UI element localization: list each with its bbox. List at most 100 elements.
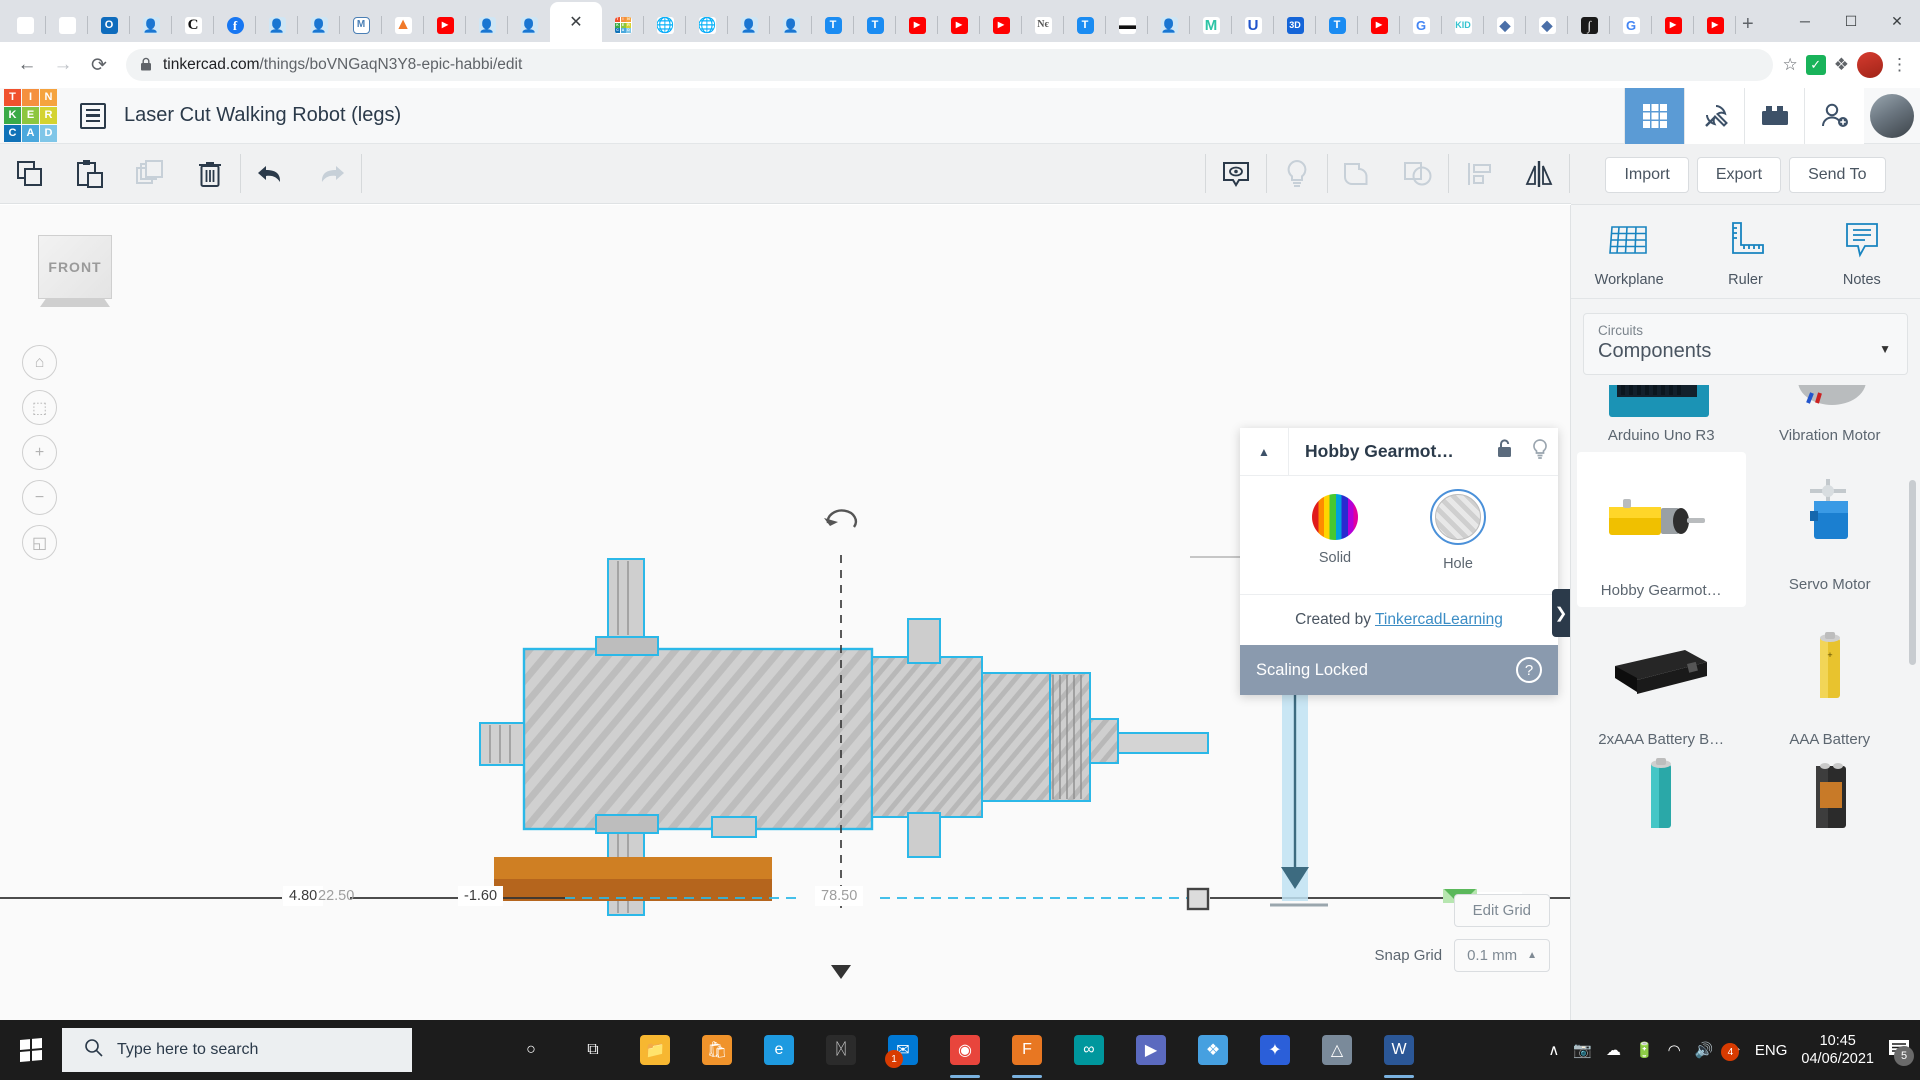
show-hide-button[interactable]	[1206, 144, 1266, 203]
undo-button[interactable]	[241, 144, 301, 203]
window-controls[interactable]: ─ ☐ ✕	[1782, 0, 1920, 42]
browser-tab[interactable]: ▲	[382, 8, 424, 42]
battery-tray-icon[interactable]: 🔋	[1635, 1041, 1654, 1059]
browser-tab[interactable]: f	[214, 8, 256, 42]
hole-option[interactable]: Hole	[1430, 494, 1486, 572]
flow-button[interactable]: ✦	[1244, 1020, 1306, 1080]
ruler-tool[interactable]: Ruler	[1687, 219, 1803, 288]
snap-grid-select[interactable]: 0.1 mm ▲	[1454, 939, 1550, 972]
show-hidden-icons[interactable]: ∧	[1548, 1041, 1559, 1059]
browser-tab[interactable]: ◆	[1484, 8, 1526, 42]
browser-tab[interactable]: 👤	[298, 8, 340, 42]
predator-button[interactable]: ᛞ	[810, 1020, 872, 1080]
pickaxe-button[interactable]	[1684, 88, 1744, 144]
lightbulb-icon[interactable]	[1522, 438, 1558, 465]
zoom-in-button[interactable]: +	[22, 435, 57, 470]
align-button[interactable]	[1449, 144, 1509, 203]
collapse-panel-button[interactable]: ▲	[1240, 445, 1288, 459]
ortho-perspective-button[interactable]: ◱	[22, 525, 57, 560]
sidebar-scrollbar[interactable]	[1909, 480, 1916, 665]
bookmark-star-icon[interactable]: ☆	[1783, 55, 1798, 75]
invite-button[interactable]	[1804, 88, 1864, 144]
dim-label-2250[interactable]: 22.50	[312, 886, 360, 906]
arduino-button[interactable]: ∞	[1058, 1020, 1120, 1080]
minimize-button[interactable]: ─	[1782, 13, 1828, 29]
browser-tab[interactable]: G	[1610, 8, 1652, 42]
browser-tab[interactable]: O	[88, 8, 130, 42]
browser-tab[interactable]: ▶	[424, 8, 466, 42]
browser-tab[interactable]: 👤	[728, 8, 770, 42]
tinkercad-logo-icon[interactable]: TINKERCAD	[4, 89, 58, 143]
view-cube[interactable]: FRONT	[38, 235, 112, 299]
clock[interactable]: 10:45 04/06/2021	[1801, 1032, 1874, 1068]
browser-tab[interactable]: 👤	[130, 8, 172, 42]
browser-tab[interactable]: T	[1316, 8, 1358, 42]
volume-tray-icon[interactable]: 🔊	[1695, 1041, 1714, 1059]
component-aa-battery[interactable]	[1577, 756, 1746, 838]
workplane-tool[interactable]: Workplane	[1571, 219, 1687, 288]
file-explorer-button[interactable]: 📁	[624, 1020, 686, 1080]
action-center-button[interactable]: 5	[1888, 1038, 1910, 1062]
browser-tab[interactable]: 👤	[508, 8, 550, 42]
edit-grid-button[interactable]: Edit Grid	[1454, 894, 1550, 927]
zoom-out-button[interactable]: −	[22, 480, 57, 515]
component-aaa-battery[interactable]: + AAA Battery	[1746, 607, 1915, 756]
component-vibration-motor[interactable]: Vibration Motor	[1746, 385, 1915, 452]
delete-button[interactable]	[180, 144, 240, 203]
close-icon[interactable]: ✕	[569, 12, 582, 32]
browser-tab[interactable]: ◆	[1526, 8, 1568, 42]
extension-green-icon[interactable]: ✓	[1806, 55, 1826, 75]
browser-tab[interactable]: 🌐	[644, 8, 686, 42]
send-to-button[interactable]: Send To	[1789, 157, 1885, 193]
chrome-menu-icon[interactable]: ⋮	[1891, 55, 1908, 75]
solid-option[interactable]: Solid	[1312, 494, 1358, 572]
browser-tab[interactable]: ▶	[1652, 8, 1694, 42]
browser-tab[interactable]: T	[1064, 8, 1106, 42]
browser-tab[interactable]: M	[340, 8, 382, 42]
back-button[interactable]: ←	[10, 48, 44, 82]
mail-button[interactable]: ✉1	[872, 1020, 934, 1080]
browser-tab[interactable]: ▶	[896, 8, 938, 42]
extensions-puzzle-icon[interactable]: ❖	[1834, 55, 1849, 75]
light-button[interactable]	[1267, 144, 1327, 203]
mirror-button[interactable]	[1509, 144, 1569, 203]
browser-tab[interactable]: KID	[1442, 8, 1484, 42]
word-button[interactable]: W	[1368, 1020, 1430, 1080]
profile-avatar[interactable]	[1857, 52, 1883, 78]
browser-tab[interactable]: Nє	[1022, 8, 1064, 42]
components-category-select[interactable]: Circuits Components ▼	[1583, 313, 1908, 375]
author-link[interactable]: TinkercadLearning	[1375, 611, 1503, 628]
notes-tool[interactable]: Notes	[1804, 219, 1920, 288]
browser-tab[interactable]: ▶	[1694, 8, 1736, 42]
forward-button[interactable]: →	[46, 48, 80, 82]
address-input[interactable]: tinkercad.com/things/boVNGaqN3Y8-epic-ha…	[126, 49, 1773, 81]
dropbox-tray-icon[interactable]: ❖4	[1727, 1041, 1740, 1059]
blocks-button[interactable]	[1744, 88, 1804, 144]
browser-tab[interactable]: 👤	[466, 8, 508, 42]
camera-tray-icon[interactable]: 📷	[1573, 1041, 1592, 1059]
redo-button[interactable]	[301, 144, 361, 203]
browser-tab[interactable]: T	[854, 8, 896, 42]
unlocked-padlock-icon[interactable]	[1486, 439, 1522, 464]
language-indicator[interactable]: ENG	[1755, 1042, 1788, 1059]
browser-tab[interactable]: M	[1190, 8, 1232, 42]
new-tab-button[interactable]: +	[1742, 13, 1754, 36]
component-servo-motor[interactable]: Servo Motor	[1746, 452, 1915, 607]
start-button[interactable]	[0, 1039, 62, 1061]
chrome-button[interactable]: ◉	[934, 1020, 996, 1080]
dim-label-neg160[interactable]: -1.60	[458, 886, 503, 906]
user-avatar[interactable]	[1864, 88, 1920, 144]
fusion-button[interactable]: F	[996, 1020, 1058, 1080]
components-grid[interactable]: Arduino Uno R3 Vibration Motor H	[1571, 385, 1920, 1020]
help-icon[interactable]: ?	[1516, 657, 1542, 683]
browser-tab[interactable]: U	[1232, 8, 1274, 42]
edge-button[interactable]: e	[748, 1020, 810, 1080]
active-tab[interactable]: ✕	[550, 2, 602, 42]
group-button[interactable]	[1328, 144, 1388, 203]
browser-tab[interactable]: 👤	[256, 8, 298, 42]
browser-tab[interactable]: ▬▬	[1106, 8, 1148, 42]
ungroup-button[interactable]	[1388, 144, 1448, 203]
component-hobby-gearmotor[interactable]: Hobby Gearmot…	[1577, 452, 1746, 607]
grid-view-button[interactable]	[1624, 88, 1684, 144]
thing-button[interactable]: △	[1306, 1020, 1368, 1080]
